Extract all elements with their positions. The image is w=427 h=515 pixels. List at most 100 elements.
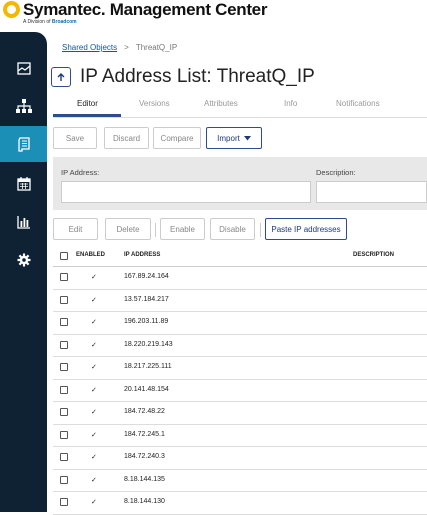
ip-address-filter-label: IP Address:: [61, 168, 100, 177]
tab-versions[interactable]: Versions: [139, 99, 170, 108]
breadcrumb: Shared Objects > ThreatQ_IP: [62, 43, 177, 52]
sidebar-item-policy[interactable]: [0, 126, 47, 162]
column-header-ip-address[interactable]: IP ADDRESS: [124, 252, 160, 258]
tab-notifications[interactable]: Notifications: [336, 99, 380, 108]
dashboard-icon: [16, 61, 31, 75]
tab-bar: Editor Versions Attributes Info Notifica…: [53, 95, 427, 118]
compare-button[interactable]: Compare: [153, 127, 201, 149]
row-enabled-check-icon: ✓: [91, 476, 97, 484]
row-checkbox[interactable]: [60, 340, 68, 349]
import-label: Import: [217, 133, 240, 143]
row-checkbox[interactable]: [60, 273, 68, 281]
row-checkbox[interactable]: [60, 475, 68, 484]
table-row[interactable]: ✓ 196.203.11.89: [53, 312, 427, 335]
table-row[interactable]: ✓ 167.89.24.164: [53, 267, 427, 290]
sidebar-item-settings[interactable]: [0, 242, 47, 278]
sidebar-item-calendar[interactable]: [0, 166, 47, 202]
sidebar-item-reports[interactable]: [0, 204, 47, 240]
table-row[interactable]: ✓ 184.72.48.22: [53, 402, 427, 425]
sidebar: [0, 32, 47, 512]
row-checkbox[interactable]: [60, 408, 68, 416]
table-row[interactable]: ✓ 18.217.225.111: [53, 357, 427, 380]
row-checkbox[interactable]: [60, 430, 68, 439]
ip-address-filter-input[interactable]: [61, 181, 311, 203]
row-checkbox[interactable]: [60, 498, 68, 506]
row-enabled-check-icon: ✓: [91, 319, 97, 326]
reports-chart-icon: [16, 215, 30, 229]
row-ip-address: 18.220.219.143: [124, 340, 173, 348]
tab-info[interactable]: Info: [284, 99, 297, 108]
row-ip-address: 13.57.184.217: [124, 295, 169, 303]
row-ip-address: 8.18.144.130: [124, 498, 165, 505]
page-title: IP Address List: ThreatQ_IP: [80, 66, 315, 87]
calendar-icon: [16, 177, 31, 191]
row-enabled-check-icon: ✓: [91, 499, 97, 506]
row-ip-address: 8.18.144.135: [124, 475, 165, 483]
select-all-checkbox[interactable]: [60, 252, 68, 260]
brand-division: A Division of Broadcom: [23, 19, 77, 25]
description-filter-label: Description:: [316, 168, 356, 177]
row-ip-address: 196.203.11.89: [124, 318, 169, 325]
row-enabled-check-icon: ✓: [91, 296, 97, 304]
caret-down-icon: [243, 135, 251, 140]
tab-attributes[interactable]: Attributes: [204, 99, 238, 108]
row-enabled-check-icon: ✓: [91, 341, 97, 349]
network-hierarchy-icon: [15, 99, 32, 113]
row-ip-address: 167.89.24.164: [124, 273, 169, 280]
active-tab-indicator: [53, 114, 121, 117]
save-button[interactable]: Save: [53, 127, 97, 149]
row-ip-address: 184.72.245.1: [124, 430, 165, 438]
breadcrumb-current: ThreatQ_IP: [135, 43, 178, 52]
description-filter-input[interactable]: [316, 181, 427, 203]
disable-button[interactable]: Disable: [210, 218, 255, 240]
column-header-enabled[interactable]: ENABLED: [76, 252, 105, 258]
table-row[interactable]: ✓ 184.72.245.1: [53, 425, 427, 447]
row-checkbox[interactable]: [60, 295, 68, 304]
discard-button[interactable]: Discard: [104, 127, 149, 149]
settings-gear-icon: [17, 253, 30, 267]
row-checkbox[interactable]: [60, 453, 68, 461]
breadcrumb-shared-objects[interactable]: Shared Objects: [62, 43, 117, 52]
table-row[interactable]: ✓ 8.18.144.130: [53, 492, 427, 515]
back-arrow-button[interactable]: [51, 67, 71, 87]
row-ip-address: 184.72.240.3: [124, 453, 165, 460]
table-row[interactable]: ✓ 13.57.184.217: [53, 290, 427, 312]
import-dropdown-button[interactable]: Import: [206, 127, 262, 149]
row-checkbox[interactable]: [60, 385, 68, 394]
filter-panel: IP Address: Description:: [53, 157, 427, 210]
policy-scroll-icon: [17, 136, 30, 152]
toolbar-divider: [260, 223, 261, 237]
toolbar-divider: [155, 223, 156, 237]
row-enabled-check-icon: ✓: [91, 386, 97, 394]
table-row[interactable]: ✓ 184.72.240.3: [53, 447, 427, 470]
paste-ip-addresses-button[interactable]: Paste IP addresses: [265, 218, 347, 240]
row-ip-address: 20.141.48.154: [124, 385, 169, 393]
table-body: ✓ 167.89.24.164 ✓ 13.57.184.217 ✓ 196.203.11.…: [53, 267, 427, 515]
sidebar-item-dashboard[interactable]: [0, 50, 47, 86]
table-header: ENABLED IP ADDRESS DESCRIPTION: [53, 246, 427, 267]
row-ip-address: 18.217.225.111: [124, 363, 172, 370]
breadcrumb-separator: >: [124, 43, 129, 52]
column-header-description[interactable]: DESCRIPTION: [353, 252, 394, 258]
row-ip-address: 184.72.48.22: [124, 408, 165, 415]
enable-button[interactable]: Enable: [160, 218, 205, 240]
row-checkbox[interactable]: [60, 363, 68, 371]
table-row[interactable]: ✓ 18.220.219.143: [53, 335, 427, 357]
row-enabled-check-icon: ✓: [91, 364, 97, 371]
sidebar-item-network[interactable]: [0, 88, 47, 124]
arrow-up-icon: [57, 72, 65, 81]
row-checkbox[interactable]: [60, 318, 68, 326]
tab-editor[interactable]: Editor: [77, 99, 98, 108]
row-enabled-check-icon: ✓: [91, 454, 97, 461]
top-bar: Symantec. Management Center A Division o…: [0, 0, 427, 30]
delete-button[interactable]: Delete: [105, 218, 151, 240]
table-row[interactable]: ✓ 20.141.48.154: [53, 380, 427, 402]
row-enabled-check-icon: ✓: [91, 274, 97, 281]
symantec-logo-icon: [3, 1, 20, 18]
brand-name: Symantec. Management Center: [23, 0, 268, 19]
edit-button[interactable]: Edit: [53, 218, 98, 240]
ip-address-table: ENABLED IP ADDRESS DESCRIPTION ✓ 167.89.2…: [53, 246, 427, 515]
row-enabled-check-icon: ✓: [91, 431, 97, 439]
row-enabled-check-icon: ✓: [91, 409, 97, 416]
table-row[interactable]: ✓ 8.18.144.135: [53, 470, 427, 492]
